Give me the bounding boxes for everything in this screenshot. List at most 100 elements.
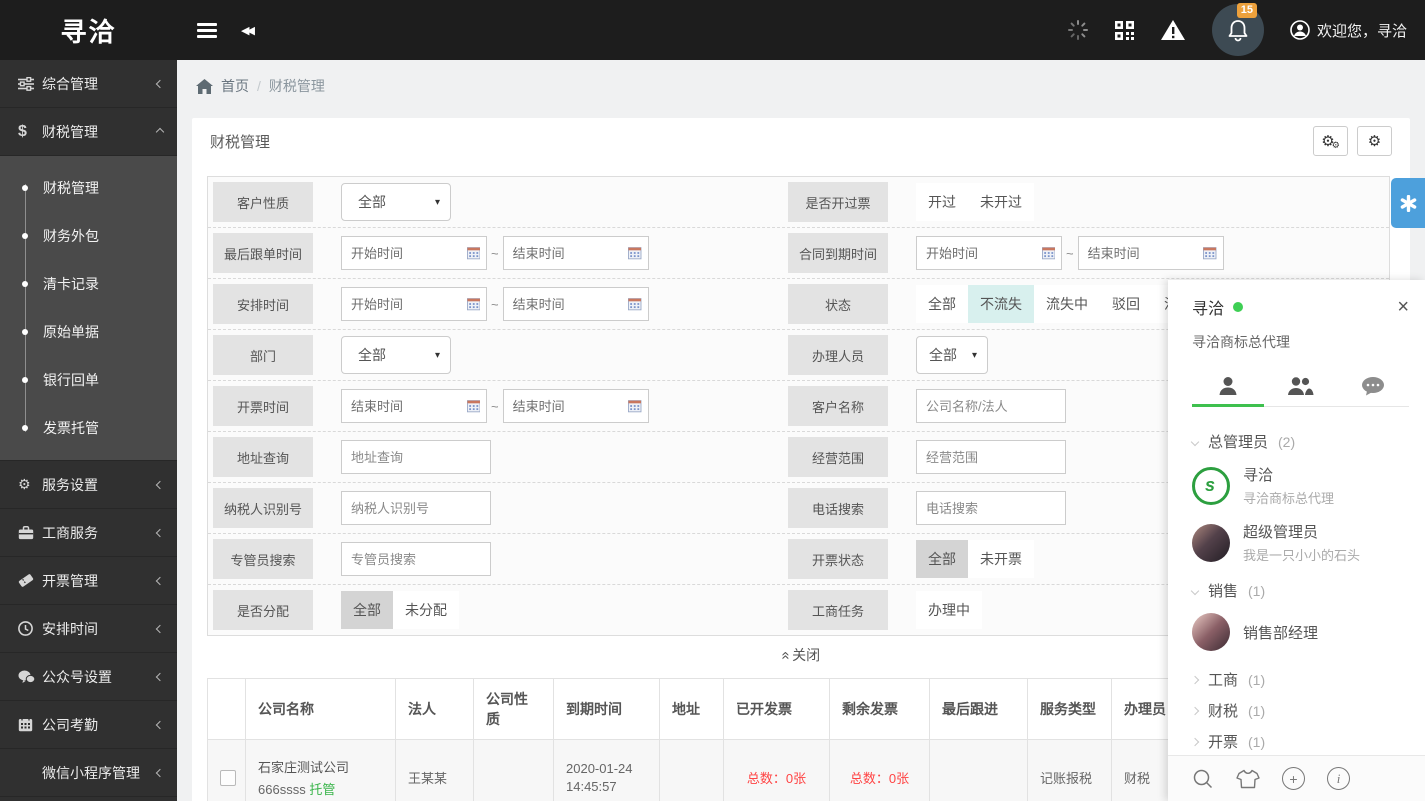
option-all[interactable]: 全部: [916, 540, 968, 578]
phone-search-input[interactable]: [916, 491, 1066, 525]
sidebar-item-label: 工商服务: [42, 523, 157, 543]
add-icon[interactable]: +: [1282, 767, 1305, 790]
sidebar-item-schedule[interactable]: 安排时间: [0, 605, 177, 653]
collapse-label: 关闭: [792, 645, 820, 665]
option-all[interactable]: 全部: [916, 285, 968, 323]
sidebar-item-general[interactable]: 综合管理: [0, 60, 177, 108]
expire-time: 14:45:57: [566, 779, 647, 794]
submenu-item-tax-management[interactable]: 财税管理: [0, 164, 177, 212]
group-admins[interactable]: 总管理员 (2): [1192, 431, 1409, 452]
chat-member[interactable]: s 寻洽 寻洽商标总代理: [1192, 464, 1409, 507]
quick-settings-button[interactable]: [1391, 178, 1425, 228]
arrange-end-date[interactable]: [503, 287, 649, 321]
col-company-nature: 公司性质: [474, 679, 554, 740]
sidebar-item-label: 安排时间: [42, 619, 157, 639]
option-all[interactable]: 全部: [341, 591, 393, 629]
group-sales[interactable]: 销售 (1): [1192, 580, 1409, 601]
close-icon[interactable]: ×: [1397, 297, 1409, 317]
user-menu[interactable]: 欢迎您，寻洽: [1290, 20, 1407, 41]
settings-cogs-button[interactable]: ⚙⚙: [1313, 126, 1348, 156]
last-follow-start-date[interactable]: [341, 236, 487, 270]
chevron-down-icon: [1191, 586, 1199, 594]
business-scope-input[interactable]: [916, 440, 1066, 474]
last-follow-end-input[interactable]: [513, 246, 629, 261]
arrange-start-input[interactable]: [351, 297, 467, 312]
collapse-sidebar-icon[interactable]: ◀◀: [241, 24, 252, 37]
sidebar-item-attendance[interactable]: 公司考勤: [0, 701, 177, 749]
contract-expire-start-date[interactable]: [916, 236, 1062, 270]
chat-member[interactable]: 超级管理员 我是一只小小的石头: [1192, 521, 1409, 564]
customer-name-input[interactable]: [916, 389, 1066, 423]
chevron-left-icon: [156, 720, 164, 728]
submenu-item-bank-receipts[interactable]: 银行回单: [0, 356, 177, 404]
warning-icon[interactable]: [1160, 19, 1186, 41]
customer-nature-select[interactable]: 全部 ▾: [341, 183, 451, 221]
option-not-invoiced[interactable]: 未开票: [968, 540, 1034, 578]
supervisor-search-input[interactable]: [341, 542, 491, 576]
company-name[interactable]: 石家庄测试公司: [258, 757, 383, 776]
filter-label-customer-nature: 客户性质: [213, 182, 313, 222]
invoices-issued-cell: 总数：0张: [724, 740, 830, 801]
settings-gear-button[interactable]: ⚙: [1357, 126, 1392, 156]
last-follow-end-date[interactable]: [503, 236, 649, 270]
group-name: 工商: [1208, 669, 1238, 690]
group-business[interactable]: 工商 (1): [1192, 669, 1409, 690]
col-legal-person: 法人: [396, 679, 474, 740]
tab-contacts[interactable]: [1192, 366, 1264, 406]
row-checkbox[interactable]: [220, 770, 236, 786]
qr-code-icon[interactable]: [1115, 21, 1134, 40]
filter-label-department: 部门: [213, 335, 313, 375]
arrange-start-date[interactable]: [341, 287, 487, 321]
notifications-button[interactable]: 15: [1212, 4, 1264, 56]
sidebar-item-invoicing[interactable]: 开票管理: [0, 557, 177, 605]
handler-person-select[interactable]: 全部 ▾: [916, 336, 988, 374]
option-rejected[interactable]: 驳回: [1100, 285, 1152, 323]
chat-tabs: [1192, 366, 1409, 407]
option-unassigned[interactable]: 未分配: [393, 591, 459, 629]
option-not-invoiced[interactable]: 未开过: [968, 183, 1034, 221]
contract-expire-start-input[interactable]: [926, 246, 1042, 261]
contract-expire-end-input[interactable]: [1088, 246, 1204, 261]
theme-shirt-icon[interactable]: [1236, 769, 1260, 789]
last-follow-cell: [930, 740, 1028, 801]
tab-groups[interactable]: [1264, 366, 1336, 406]
member-name: 超级管理员: [1243, 521, 1360, 542]
sidebar-item-tax[interactable]: $ 财税管理: [0, 108, 177, 156]
sidebar-item-official-account[interactable]: 公众号设置: [0, 653, 177, 701]
col-invoices-issued: 已开发票: [724, 679, 830, 740]
submenu-item-original-documents[interactable]: 原始单据: [0, 308, 177, 356]
breadcrumb-home[interactable]: 首页: [221, 76, 249, 96]
menu-icon[interactable]: [197, 20, 217, 41]
submenu-item-finance-outsourcing[interactable]: 财务外包: [0, 212, 177, 260]
address-query-input[interactable]: [341, 440, 491, 474]
department-select[interactable]: 全部 ▾: [341, 336, 451, 374]
invoice-start-date[interactable]: [341, 389, 487, 423]
option-processing[interactable]: 办理中: [916, 591, 982, 629]
last-follow-start-input[interactable]: [351, 246, 467, 261]
invoice-end-date[interactable]: [503, 389, 649, 423]
taxpayer-id-input[interactable]: [341, 491, 491, 525]
bell-icon: [1227, 18, 1249, 42]
option-invoiced[interactable]: 开过: [916, 183, 968, 221]
option-losing[interactable]: 流失中: [1034, 285, 1100, 323]
range-separator: ~: [1066, 246, 1074, 261]
invoice-end-input[interactable]: [513, 399, 629, 414]
filter-label-taxpayer-id: 纳税人识别号: [213, 488, 313, 528]
submenu-item-invoice-custody[interactable]: 发票托管: [0, 404, 177, 452]
arrange-end-input[interactable]: [513, 297, 629, 312]
notification-badge: 15: [1237, 3, 1257, 18]
spinner-icon[interactable]: [1067, 19, 1089, 41]
search-icon[interactable]: [1192, 768, 1214, 790]
submenu-item-card-clearing[interactable]: 清卡记录: [0, 260, 177, 308]
sidebar-item-service-settings[interactable]: ⚙ 服务设置: [0, 461, 177, 509]
tab-messages[interactable]: [1337, 366, 1409, 406]
group-invoicing[interactable]: 开票 (1): [1192, 731, 1409, 752]
option-not-lost[interactable]: 不流失: [968, 285, 1034, 323]
contract-expire-end-date[interactable]: [1078, 236, 1224, 270]
group-tax[interactable]: 财税 (1): [1192, 700, 1409, 721]
invoice-start-input[interactable]: [351, 399, 467, 414]
info-icon[interactable]: i: [1327, 767, 1350, 790]
sidebar-item-business-services[interactable]: 工商服务: [0, 509, 177, 557]
chat-member[interactable]: 销售部经理: [1192, 613, 1409, 651]
sidebar-item-miniprogram[interactable]: 微信小程序管理: [0, 749, 177, 797]
